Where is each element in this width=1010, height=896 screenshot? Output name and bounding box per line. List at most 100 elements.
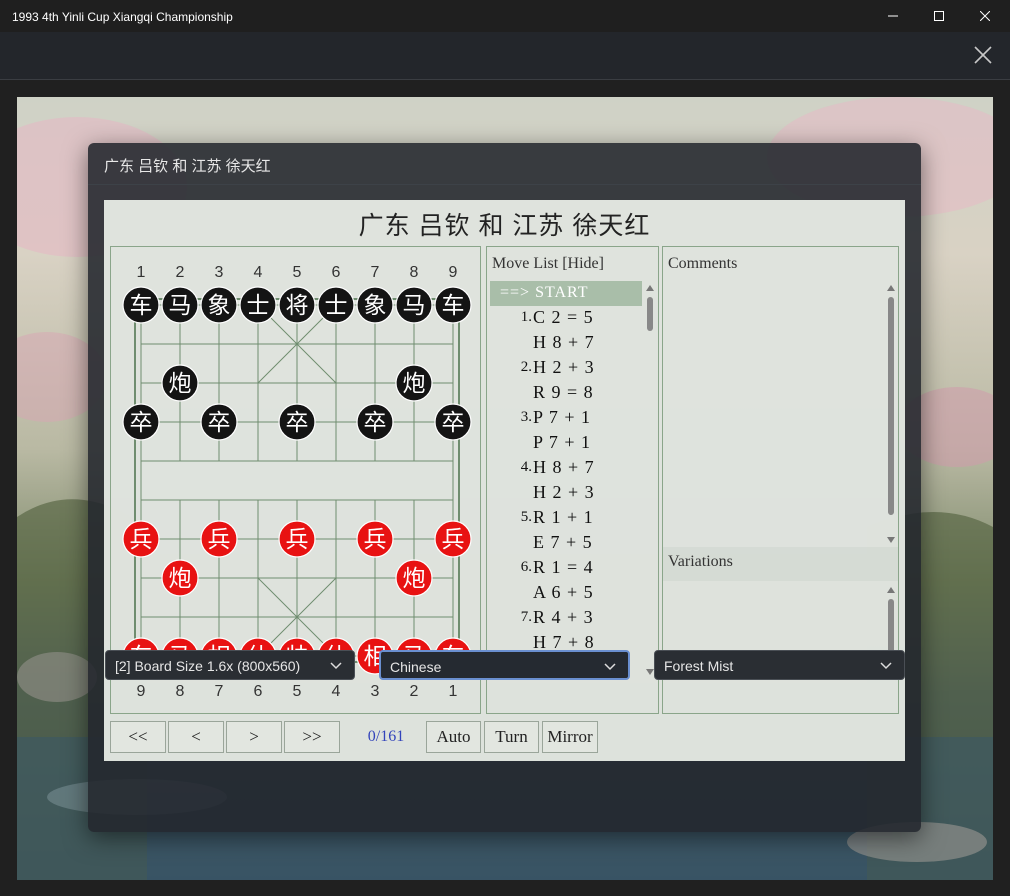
move-list-item[interactable]: P 7 + 1: [490, 431, 642, 456]
move-list-scrollbar[interactable]: [645, 283, 655, 677]
move-number: 7.: [520, 609, 532, 625]
piece-label: 兵: [442, 527, 465, 553]
scroll-thumb[interactable]: [647, 297, 653, 331]
move-list-header[interactable]: Move List [Hide]: [492, 255, 604, 273]
piece-label: 车: [130, 293, 153, 319]
file-number-bottom: 5: [293, 683, 302, 700]
notation-select[interactable]: Chinese: [379, 650, 630, 680]
comments-text[interactable]: [664, 279, 897, 545]
piece-label: 卒: [364, 410, 387, 436]
file-number-bottom: 2: [410, 683, 419, 700]
maximize-button[interactable]: [916, 0, 962, 32]
file-number-bottom: 6: [254, 683, 263, 700]
piece-label: 兵: [364, 527, 387, 553]
move-list-item[interactable]: 4. H 8 + 7: [490, 456, 642, 481]
move-list-item[interactable]: 6. R 1 = 4: [490, 556, 642, 581]
board-canvas: 1 2 3 4 5 6 7 8 99 8 7 6 5 4 3 2 1车马象士将士象马车炮 炮卒卒卒卒卒兵兵兵兵兵炮…: [122, 264, 472, 700]
close-icon: [980, 11, 990, 21]
move-list-panel: Move List [Hide] ==> START 1. C 2 = 5H 8 +…: [486, 246, 659, 714]
scroll-up-arrow-icon[interactable]: [646, 285, 654, 291]
window-close-button[interactable]: [962, 0, 1008, 32]
file-number-top: 3: [215, 264, 224, 281]
variations-header: Variations: [668, 553, 733, 570]
piece-label: 兵: [130, 527, 153, 553]
scroll-up-arrow-icon[interactable]: [887, 587, 895, 593]
move-number: 1.: [520, 309, 532, 325]
piece-label: 将: [286, 293, 309, 319]
game-title: 广东 吕钦 和 江苏 徐天红: [358, 212, 651, 240]
comments-scrollbar[interactable]: [886, 283, 896, 545]
piece-label: 兵: [286, 527, 309, 553]
move-list-item[interactable]: 1. C 2 = 5: [490, 306, 642, 331]
scroll-thumb[interactable]: [888, 297, 894, 515]
comments-panel: Comments Variations: [662, 246, 899, 714]
file-number-top: 6: [332, 264, 341, 281]
move-list-item[interactable]: E 7 + 5: [490, 531, 642, 556]
file-number-top: 1: [137, 264, 146, 281]
scroll-down-arrow-icon[interactable]: [646, 669, 654, 675]
auto-play-button[interactable]: Auto: [426, 721, 481, 753]
piece-label: 兵: [208, 527, 231, 553]
move-text: H 2 + 3: [533, 357, 595, 377]
minimize-icon: [888, 15, 898, 17]
turn-board-button[interactable]: Turn: [484, 721, 539, 753]
mirror-board-button[interactable]: Mirror: [542, 721, 598, 753]
move-list-item[interactable]: 7. R 4 + 3: [490, 606, 642, 631]
move-text: P 7 + 1: [533, 432, 591, 452]
piece-label: 炮: [403, 371, 426, 397]
piece-label: 卒: [130, 410, 153, 436]
first-move-button[interactable]: <<: [110, 721, 166, 753]
move-list-item[interactable]: R 9 = 8: [490, 381, 642, 406]
scroll-down-arrow-icon[interactable]: [887, 537, 895, 543]
game-dialog: 广东 吕钦 和 江苏 徐天红 广东 吕钦 和 江苏 徐天红 1 2 3 4 5 6 7 8 9 9…: [88, 143, 921, 832]
dialog-close-button[interactable]: [972, 44, 994, 66]
piece-label: 卒: [208, 410, 231, 436]
piece-label: 象: [364, 293, 387, 319]
move-text: A 6 + 5: [533, 582, 594, 602]
move-text: H 8 + 7: [533, 457, 595, 477]
file-number-bottom: 1: [449, 683, 458, 700]
move-number: 2.: [520, 359, 532, 375]
move-text: R 1 = 4: [533, 557, 594, 577]
title-bar: 1993 4th Yinli Cup Xiangqi Championship: [0, 0, 1010, 32]
window-title: 1993 4th Yinli Cup Xiangqi Championship: [12, 10, 233, 24]
chevron-down-icon: [330, 662, 342, 670]
top-bar: [0, 32, 1010, 80]
previous-move-button[interactable]: <: [168, 721, 224, 753]
xiangqi-board[interactable]: 123456789987654321车马象士将士象马车炮炮卒卒卒卒卒兵兵兵兵兵炮…: [110, 246, 481, 714]
file-number-top: 4: [254, 264, 263, 281]
move-number: 4.: [520, 459, 532, 475]
piece-label: 士: [247, 293, 270, 319]
chevron-down-icon: [880, 662, 892, 670]
move-number: 3.: [520, 409, 532, 425]
file-number-bottom: 3: [371, 683, 380, 700]
move-list-item[interactable]: 2. H 2 + 3: [490, 356, 642, 381]
file-number-top: 7: [371, 264, 380, 281]
last-move-button[interactable]: >>: [284, 721, 340, 753]
move-text: R 9 = 8: [533, 382, 594, 402]
move-text: ==> START: [500, 284, 589, 301]
file-number-top: 8: [410, 264, 419, 281]
close-icon: [974, 46, 992, 64]
comments-header: Comments: [668, 255, 738, 272]
move-list-item[interactable]: A 6 + 5: [490, 581, 642, 606]
navigation-controls: << < > >> 0/161 Auto Turn Mirror: [110, 721, 610, 753]
chevron-down-icon: [604, 663, 616, 671]
minimize-button[interactable]: [870, 0, 916, 32]
move-list-item[interactable]: 3. P 7 + 1: [490, 406, 642, 431]
theme-select[interactable]: Forest Mist: [654, 650, 905, 680]
piece-label: 炮: [169, 371, 192, 397]
scroll-up-arrow-icon[interactable]: [887, 285, 895, 291]
move-text: H 8 + 7: [533, 332, 595, 352]
move-text: R 1 + 1: [533, 507, 594, 527]
maximize-icon: [934, 11, 944, 21]
next-move-button[interactable]: >: [226, 721, 282, 753]
piece-label: 马: [403, 293, 426, 319]
move-list-item[interactable]: 5. R 1 + 1: [490, 506, 642, 531]
board-size-select[interactable]: [2] Board Size 1.6x (800x560): [105, 650, 355, 680]
file-number-top: 9: [449, 264, 458, 281]
move-list-item[interactable]: H 2 + 3: [490, 481, 642, 506]
move-text: H 2 + 3: [533, 482, 595, 502]
move-list-item[interactable]: H 8 + 7: [490, 331, 642, 356]
move-list-item-start[interactable]: ==> START: [490, 281, 642, 306]
